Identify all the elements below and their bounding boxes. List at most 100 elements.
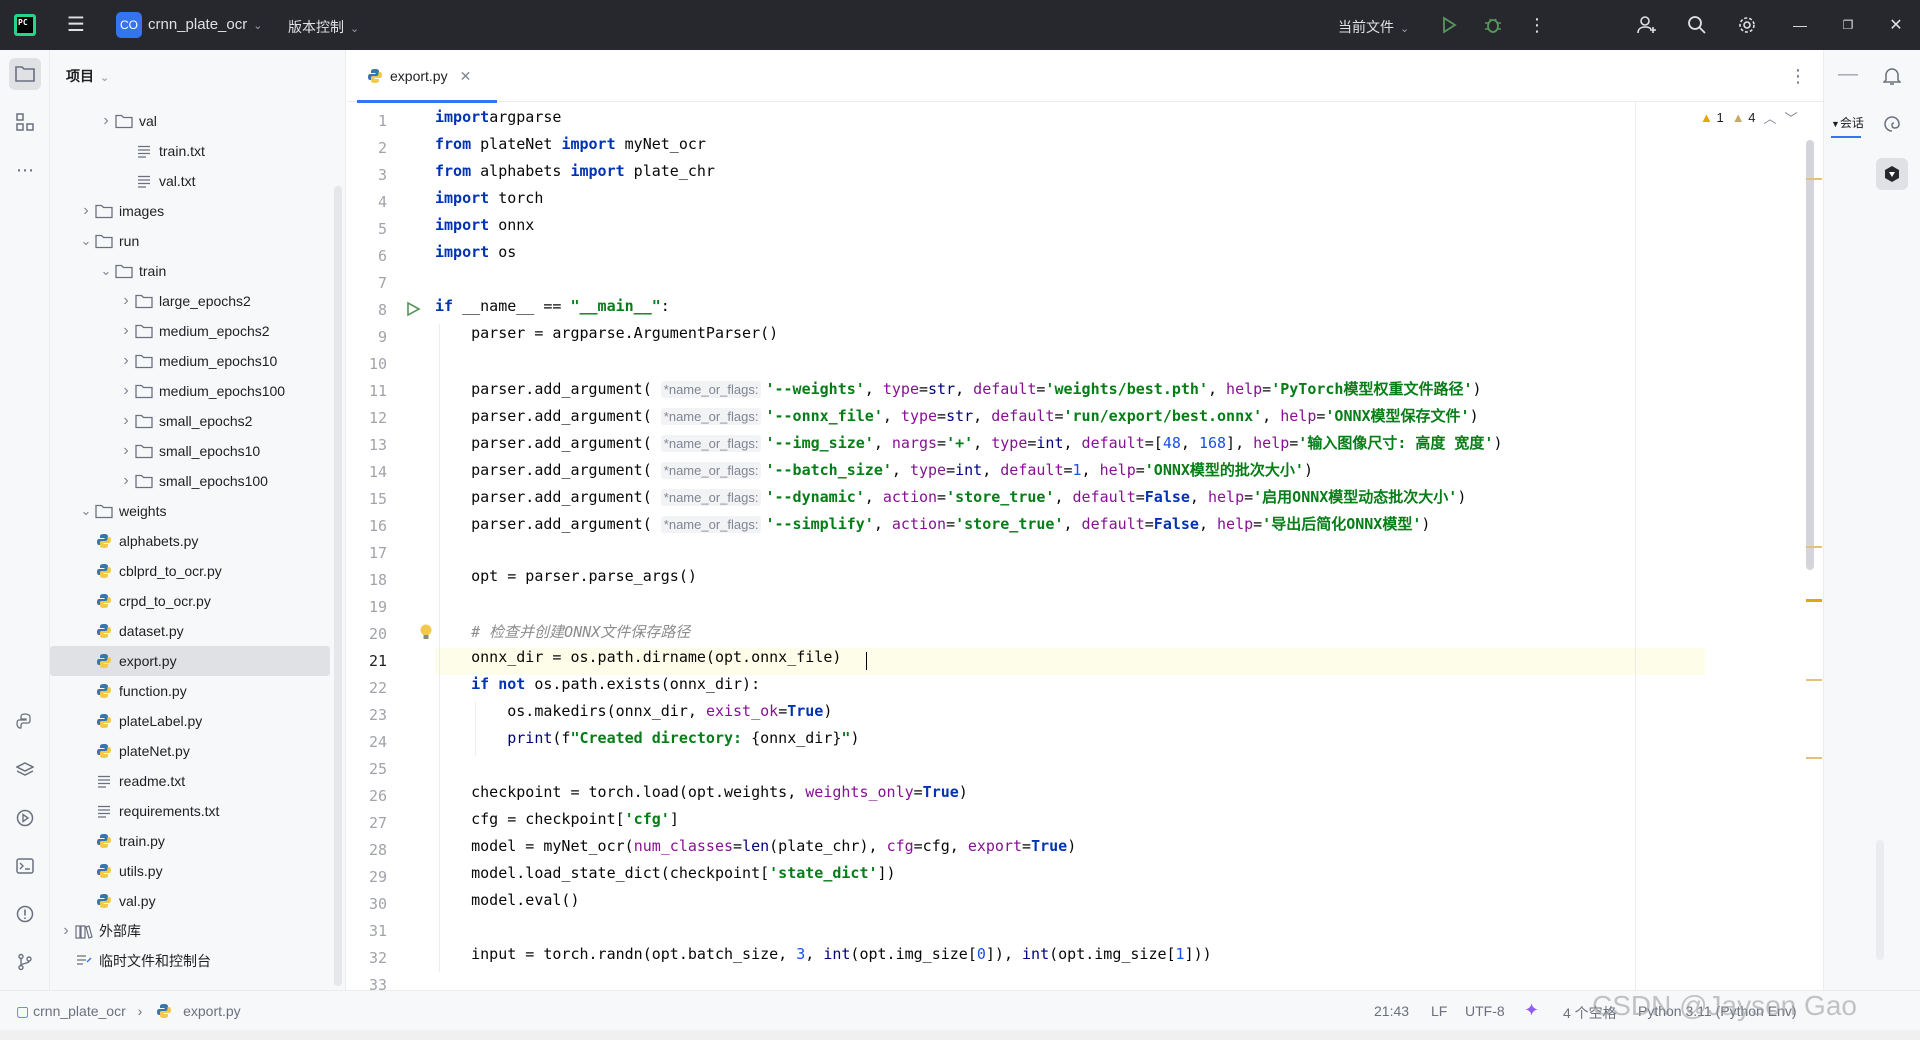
tab-options-icon[interactable]: ⋮ xyxy=(1789,66,1807,87)
add-user-icon[interactable] xyxy=(1634,12,1660,38)
line-number[interactable]: 17 xyxy=(347,544,387,562)
code-line[interactable]: import os xyxy=(435,243,516,270)
chevron-right-icon[interactable]: › xyxy=(98,112,114,130)
tree-item-export-py[interactable]: export.py xyxy=(50,646,330,676)
python-console-icon[interactable] xyxy=(9,706,41,738)
code-line[interactable]: if __name__ == "__main__": xyxy=(435,297,670,324)
chevron-down-icon[interactable]: ⌄ xyxy=(98,263,114,279)
code-line[interactable]: print(f"Created directory: {onnx_dir}") xyxy=(435,729,859,756)
code-line[interactable]: model.load_state_dict(checkpoint['state_… xyxy=(435,864,895,891)
line-number[interactable]: 30 xyxy=(347,895,387,913)
project-badge[interactable]: CO xyxy=(116,12,142,38)
inspection-widget[interactable]: ▲ 1 ▲ 4 ︿ ﹀ xyxy=(1700,108,1798,127)
line-number[interactable]: 15 xyxy=(347,490,387,508)
line-number[interactable]: 9 xyxy=(347,328,387,346)
line-number[interactable]: 8 xyxy=(347,301,387,319)
code-line[interactable]: checkpoint = torch.load(opt.weights, wei… xyxy=(435,783,968,810)
chevron-down-icon[interactable]: ⌄ xyxy=(78,503,94,519)
breadcrumb[interactable]: ▢ crnn_plate_ocr › export.py xyxy=(16,1003,241,1020)
tree-item-cblprd-to-ocr-py[interactable]: cblprd_to_ocr.py xyxy=(50,556,346,586)
ai-assistant-icon[interactable] xyxy=(1876,158,1908,190)
vcs-widget[interactable]: 版本控制 ⌄ xyxy=(288,17,359,37)
tree-item-run[interactable]: ⌄ run xyxy=(50,226,346,256)
code-line[interactable]: parser.add_argument( *name_or_flags: '--s… xyxy=(435,513,1430,540)
terminal-icon[interactable] xyxy=(9,850,41,882)
tree-item-weights[interactable]: ⌄ weights xyxy=(50,496,346,526)
main-menu-icon[interactable]: ☰ xyxy=(64,13,88,37)
structure-tool-icon[interactable] xyxy=(9,106,41,138)
tree-item-val[interactable]: › val xyxy=(50,106,346,136)
collapse-icon[interactable]: — xyxy=(1832,58,1864,90)
line-number[interactable]: 19 xyxy=(347,598,387,616)
warning-stripe[interactable] xyxy=(1806,546,1822,548)
line-number[interactable]: 27 xyxy=(347,814,387,832)
chevron-right-icon[interactable]: › xyxy=(78,202,94,220)
line-number[interactable]: 4 xyxy=(347,193,387,211)
line-number[interactable]: 31 xyxy=(347,922,387,940)
search-icon[interactable] xyxy=(1684,12,1710,38)
layers-icon[interactable] xyxy=(9,754,41,786)
git-icon[interactable] xyxy=(9,946,41,978)
close-tab-icon[interactable]: ✕ xyxy=(460,68,472,85)
tree-item-medium-epochs100[interactable]: › medium_epochs100 xyxy=(50,376,346,406)
code-line[interactable]: if not os.path.exists(onnx_dir): xyxy=(435,675,760,702)
tree-item-alphabets-py[interactable]: alphabets.py xyxy=(50,526,346,556)
run-icon[interactable] xyxy=(1436,12,1462,38)
error-indicator[interactable]: ▲ 1 xyxy=(1700,110,1724,125)
line-number[interactable]: 2 xyxy=(347,139,387,157)
tree-item-[interactable]: 临时文件和控制台 xyxy=(50,946,346,976)
tree-item-images[interactable]: › images xyxy=(50,196,346,226)
ai-status-icon[interactable]: ✦ xyxy=(1524,1000,1539,1021)
line-number[interactable]: 25 xyxy=(347,760,387,778)
line-number[interactable]: 29 xyxy=(347,868,387,886)
line-number[interactable]: 20 xyxy=(347,625,387,643)
tree-item-crpd-to-ocr-py[interactable]: crpd_to_ocr.py xyxy=(50,586,346,616)
code-line[interactable]: parser.add_argument( *name_or_flags: '--o… xyxy=(435,405,1479,432)
code-line[interactable]: model.eval() xyxy=(435,891,579,918)
line-number[interactable]: 21 xyxy=(347,652,387,670)
restore-icon[interactable]: ❐ xyxy=(1835,12,1861,38)
chevron-right-icon[interactable]: › xyxy=(118,442,134,460)
more-tools-icon[interactable]: ⋯ xyxy=(9,154,41,186)
settings-gear-icon[interactable] xyxy=(1734,12,1760,38)
line-number[interactable]: 13 xyxy=(347,436,387,454)
tree-item-function-py[interactable]: function.py xyxy=(50,676,346,706)
tree-item-val-txt[interactable]: val.txt xyxy=(50,166,346,196)
tree-item-small-epochs100[interactable]: › small_epochs100 xyxy=(50,466,346,496)
tree-item-medium-epochs10[interactable]: › medium_epochs10 xyxy=(50,346,346,376)
code-line[interactable]: parser.add_argument( *name_or_flags: '--w… xyxy=(435,378,1482,405)
breadcrumb-project[interactable]: crnn_plate_ocr xyxy=(33,1003,126,1019)
right-strip-scrollbar[interactable] xyxy=(1876,840,1884,960)
minimize-icon[interactable]: — xyxy=(1787,12,1813,38)
chevron-right-icon[interactable]: › xyxy=(118,382,134,400)
tree-item-utils-py[interactable]: utils.py xyxy=(50,856,346,886)
tab-export-py[interactable]: export.py ✕ xyxy=(355,50,497,103)
line-number[interactable]: 22 xyxy=(347,679,387,697)
breadcrumb-file[interactable]: export.py xyxy=(183,1003,241,1019)
close-icon[interactable]: ✕ xyxy=(1883,12,1909,38)
warning-stripe[interactable] xyxy=(1806,757,1822,759)
line-number[interactable]: 5 xyxy=(347,220,387,238)
chevron-down-icon[interactable]: ⌄ xyxy=(78,233,94,249)
tree-item-small-epochs10[interactable]: › small_epochs10 xyxy=(50,436,346,466)
ai-spiral-icon[interactable] xyxy=(1876,108,1908,140)
code-line[interactable]: parser.add_argument( *name_or_flags: '--i… xyxy=(435,432,1502,459)
line-number[interactable]: 23 xyxy=(347,706,387,724)
line-number-gutter[interactable]: 1 2 3 4 5 6 7 8 9 10 11 12 13 14 15 16 17 18 19 20 21 22 23 24 2… xyxy=(347,102,433,994)
tree-item-small-epochs2[interactable]: › small_epochs2 xyxy=(50,406,346,436)
line-number[interactable]: 18 xyxy=(347,571,387,589)
tree-item-train[interactable]: ⌄ train xyxy=(50,256,346,286)
conversation-tab[interactable]: ▼会话 xyxy=(1831,114,1864,131)
file-encoding[interactable]: UTF-8 xyxy=(1465,1003,1505,1019)
code-line[interactable]: onnx_dir = os.path.dirname(opt.onnx_file… xyxy=(435,648,841,675)
previous-highlight-icon[interactable]: ︿ xyxy=(1763,108,1776,127)
code-line[interactable]: model = myNet_ocr(num_classes=len(plate_… xyxy=(435,837,1076,864)
code-line[interactable]: parser = argparse.ArgumentParser() xyxy=(435,324,778,351)
warning-stripe[interactable] xyxy=(1806,679,1822,681)
line-number[interactable]: 28 xyxy=(347,841,387,859)
code-line[interactable]: # 检查并创建ONNX文件保存路径 xyxy=(435,621,690,648)
tree-item-large-epochs2[interactable]: › large_epochs2 xyxy=(50,286,346,316)
line-number[interactable]: 24 xyxy=(347,733,387,751)
code-line[interactable]: cfg = checkpoint['cfg'] xyxy=(435,810,679,837)
tree-item-platenet-py[interactable]: plateNet.py xyxy=(50,736,346,766)
